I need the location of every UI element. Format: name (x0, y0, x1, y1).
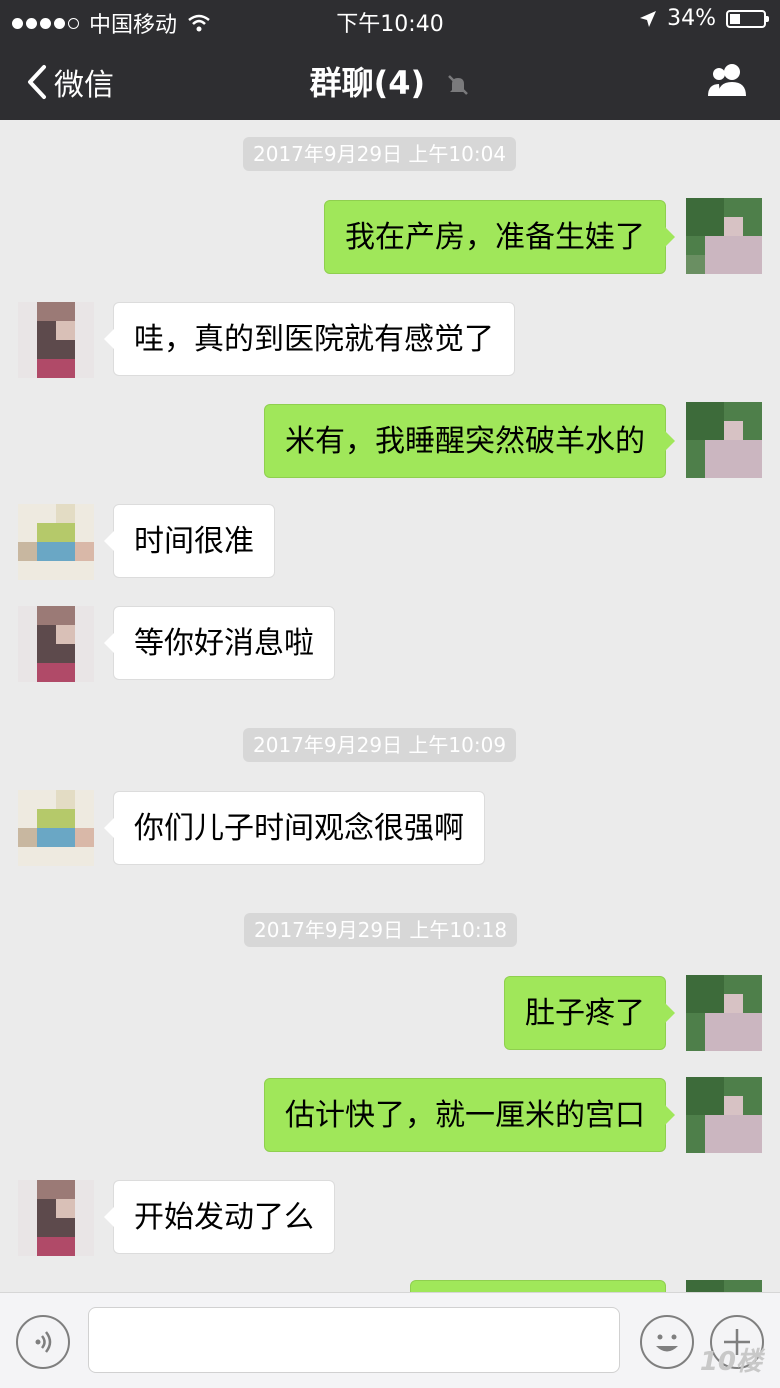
avatar-friend-b[interactable] (18, 504, 94, 580)
message-bubble-in[interactable]: 哇，真的到医院就有感觉了 (104, 302, 515, 376)
avatar-friend-b[interactable] (18, 790, 94, 866)
avatar-self[interactable] (686, 1280, 762, 1292)
location-icon (640, 10, 657, 27)
avatar-self[interactable] (686, 975, 762, 1051)
message-bubble-in[interactable]: 开始发动了么 (104, 1180, 335, 1254)
chat-area[interactable]: 2017年9月29日 上午10:04 我在产房，准备生娃了 哇，真的到医院就有感… (0, 120, 780, 1292)
smiley-icon (656, 1334, 678, 1352)
battery-icon (726, 9, 769, 28)
emoji-button[interactable] (640, 1315, 694, 1369)
nav-bar: 微信 群聊(4) (0, 40, 780, 120)
message-bubble-out[interactable]: 我在产房，准备生娃了 (324, 200, 675, 274)
message-bubble-in[interactable]: 时间很准 (104, 504, 275, 578)
avatar-friend-a[interactable] (18, 302, 94, 378)
timestamp: 2017年9月29日 上午10:04 (243, 137, 517, 171)
status-bar: 中国移动 下午10:40 34% (0, 0, 780, 40)
timestamp: 2017年9月29日 上午10:09 (243, 728, 517, 762)
message-input[interactable] (88, 1307, 620, 1373)
message-bubble-out[interactable]: 肚子疼了 (504, 976, 675, 1050)
voice-icon (35, 1331, 52, 1353)
people-icon (708, 64, 746, 96)
avatar-self[interactable] (686, 402, 762, 478)
input-bar: 10楼 (0, 1292, 780, 1388)
voice-input-button[interactable] (16, 1315, 70, 1369)
avatar-friend-a[interactable] (18, 1180, 94, 1256)
group-members-button[interactable] (706, 62, 750, 100)
battery-percent: 34% (667, 6, 716, 31)
avatar-friend-a[interactable] (18, 606, 94, 682)
message-bubble-out[interactable]: 估计快了，就一厘米的宫口 (264, 1078, 675, 1152)
mute-bell-icon (448, 75, 469, 95)
message-bubble-in[interactable]: 等你好消息啦 (104, 606, 335, 680)
avatar-self[interactable] (686, 198, 762, 274)
message-bubble-out-partial[interactable] (410, 1280, 666, 1292)
message-bubble-out[interactable]: 米有，我睡醒突然破羊水的 (264, 404, 675, 478)
watermark: 10楼 (699, 1347, 762, 1377)
chat-title-wrap: 群聊(4) (0, 58, 780, 104)
chat-title: 群聊(4) (309, 64, 426, 102)
avatar-self[interactable] (686, 1077, 762, 1153)
message-bubble-in[interactable]: 你们儿子时间观念很强啊 (104, 791, 485, 865)
timestamp: 2017年9月29日 上午10:18 (244, 913, 518, 947)
